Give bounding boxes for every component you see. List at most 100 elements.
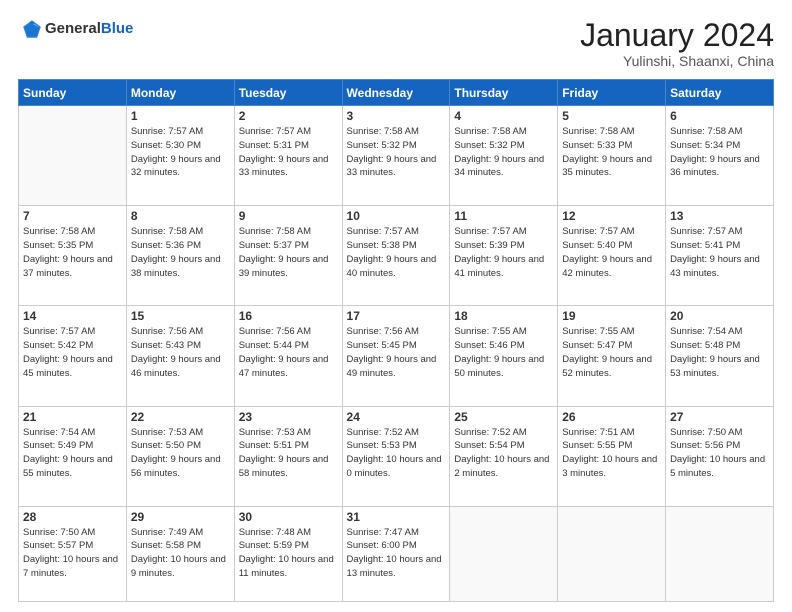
day-number: 9 (239, 209, 338, 223)
table-row: 22 Sunrise: 7:53 AM Sunset: 5:50 PM Dayli… (126, 406, 234, 506)
table-row: 23Sunrise: 7:53 AM Sunset: 5:51 PM Dayli… (234, 406, 342, 506)
day-number: 27 (670, 410, 769, 424)
page: GeneralBlue January 2024 Yulinshi, Shaan… (0, 0, 792, 612)
cell-info: Sunrise: 7:52 AM Sunset: 5:53 PM Dayligh… (347, 426, 446, 481)
header: GeneralBlue January 2024 Yulinshi, Shaan… (18, 18, 774, 69)
cell-info: Sunrise: 7:51 AM Sunset: 5:55 PM Dayligh… (562, 426, 661, 481)
table-row: 11 Sunrise: 7:57 AM Sunset: 5:39 PM Dayli… (450, 206, 558, 306)
day-number: 6 (670, 109, 769, 123)
cell-info: Sunrise: 7:56 AM Sunset: 5:43 PM Dayligh… (131, 325, 230, 380)
table-row: 2Sunrise: 7:57 AM Sunset: 5:31 PM Daylig… (234, 106, 342, 206)
table-row: 7 Sunrise: 7:58 AM Sunset: 5:35 PM Daylig… (19, 206, 127, 306)
table-row: 13 Sunrise: 7:57 AM Sunset: 5:41 PM Dayli… (666, 206, 774, 306)
col-tuesday: Tuesday (234, 80, 342, 106)
day-number: 13 (670, 209, 769, 223)
table-row: 26 Sunrise: 7:51 AM Sunset: 5:55 PM Dayli… (558, 406, 666, 506)
col-sunday: Sunday (19, 80, 127, 106)
cell-info: Sunrise: 7:57 AM Sunset: 5:30 PM Dayligh… (131, 125, 230, 180)
cell-info: Sunrise: 7:58 AM Sunset: 5:35 PM Dayligh… (23, 225, 122, 280)
table-row: 8 Sunrise: 7:58 AM Sunset: 5:36 PM Daylig… (126, 206, 234, 306)
cell-info: Sunrise: 7:53 AM Sunset: 5:50 PM Dayligh… (131, 426, 230, 481)
day-number: 12 (562, 209, 661, 223)
table-row: 10Sunrise: 7:57 AM Sunset: 5:38 PM Dayli… (342, 206, 450, 306)
cell-info: Sunrise: 7:48 AM Sunset: 5:59 PM Dayligh… (239, 526, 338, 581)
day-number: 1 (131, 109, 230, 123)
logo-blue: Blue (101, 20, 134, 37)
table-row: 20Sunrise: 7:54 AM Sunset: 5:48 PM Dayli… (666, 306, 774, 406)
day-number: 7 (23, 209, 122, 223)
col-wednesday: Wednesday (342, 80, 450, 106)
col-friday: Friday (558, 80, 666, 106)
cell-info: Sunrise: 7:55 AM Sunset: 5:46 PM Dayligh… (454, 325, 553, 380)
table-row: 24 Sunrise: 7:52 AM Sunset: 5:53 PM Dayli… (342, 406, 450, 506)
day-number: 23 (239, 410, 338, 424)
cell-info: Sunrise: 7:57 AM Sunset: 5:38 PM Dayligh… (347, 225, 446, 280)
table-row: 27 Sunrise: 7:50 AM Sunset: 5:56 PM Dayli… (666, 406, 774, 506)
day-number: 14 (23, 309, 122, 323)
table-row (558, 506, 666, 601)
table-row: 19 Sunrise: 7:55 AM Sunset: 5:47 PM Dayli… (558, 306, 666, 406)
table-row (19, 106, 127, 206)
calendar-table: Sunday Monday Tuesday Wednesday Thursday… (18, 79, 774, 602)
calendar-header-row: Sunday Monday Tuesday Wednesday Thursday… (19, 80, 774, 106)
table-row (666, 506, 774, 601)
day-number: 22 (131, 410, 230, 424)
table-row: 5Sunrise: 7:58 AM Sunset: 5:33 PM Daylig… (558, 106, 666, 206)
table-row: 1 Sunrise: 7:57 AM Sunset: 5:30 PM Daylig… (126, 106, 234, 206)
table-row: 29Sunrise: 7:49 AM Sunset: 5:58 PM Dayli… (126, 506, 234, 601)
cell-info: Sunrise: 7:58 AM Sunset: 5:34 PM Dayligh… (670, 125, 769, 180)
day-number: 26 (562, 410, 661, 424)
cell-info: Sunrise: 7:56 AM Sunset: 5:44 PM Dayligh… (239, 325, 338, 380)
day-number: 17 (347, 309, 446, 323)
day-number: 19 (562, 309, 661, 323)
table-row: 17 Sunrise: 7:56 AM Sunset: 5:45 PM Dayli… (342, 306, 450, 406)
cell-info: Sunrise: 7:50 AM Sunset: 5:56 PM Dayligh… (670, 426, 769, 481)
table-row: 31Sunrise: 7:47 AM Sunset: 6:00 PM Dayli… (342, 506, 450, 601)
day-number: 4 (454, 109, 553, 123)
day-number: 11 (454, 209, 553, 223)
table-row: 15 Sunrise: 7:56 AM Sunset: 5:43 PM Dayli… (126, 306, 234, 406)
cell-info: Sunrise: 7:55 AM Sunset: 5:47 PM Dayligh… (562, 325, 661, 380)
cell-info: Sunrise: 7:57 AM Sunset: 5:41 PM Dayligh… (670, 225, 769, 280)
cell-info: Sunrise: 7:54 AM Sunset: 5:49 PM Dayligh… (23, 426, 122, 481)
day-number: 3 (347, 109, 446, 123)
day-number: 18 (454, 309, 553, 323)
cell-info: Sunrise: 7:58 AM Sunset: 5:37 PM Dayligh… (239, 225, 338, 280)
table-row: 4Sunrise: 7:58 AM Sunset: 5:32 PM Daylig… (450, 106, 558, 206)
col-monday: Monday (126, 80, 234, 106)
day-number: 2 (239, 109, 338, 123)
logo: GeneralBlue (18, 18, 133, 40)
day-number: 24 (347, 410, 446, 424)
cell-info: Sunrise: 7:57 AM Sunset: 5:40 PM Dayligh… (562, 225, 661, 280)
cell-info: Sunrise: 7:57 AM Sunset: 5:39 PM Dayligh… (454, 225, 553, 280)
day-number: 31 (347, 510, 446, 524)
day-number: 5 (562, 109, 661, 123)
table-row: 12 Sunrise: 7:57 AM Sunset: 5:40 PM Dayli… (558, 206, 666, 306)
table-row: 16 Sunrise: 7:56 AM Sunset: 5:44 PM Dayli… (234, 306, 342, 406)
logo-icon (21, 18, 43, 40)
cell-info: Sunrise: 7:58 AM Sunset: 5:36 PM Dayligh… (131, 225, 230, 280)
table-row: 25 Sunrise: 7:52 AM Sunset: 5:54 PM Dayli… (450, 406, 558, 506)
col-thursday: Thursday (450, 80, 558, 106)
day-number: 20 (670, 309, 769, 323)
table-row: 9 Sunrise: 7:58 AM Sunset: 5:37 PM Daylig… (234, 206, 342, 306)
day-number: 30 (239, 510, 338, 524)
cell-info: Sunrise: 7:56 AM Sunset: 5:45 PM Dayligh… (347, 325, 446, 380)
month-title: January 2024 (580, 18, 774, 53)
logo-text: GeneralBlue (45, 20, 133, 38)
day-number: 25 (454, 410, 553, 424)
table-row: 14Sunrise: 7:57 AM Sunset: 5:42 PM Dayli… (19, 306, 127, 406)
title-area: January 2024 Yulinshi, Shaanxi, China (580, 18, 774, 69)
day-number: 8 (131, 209, 230, 223)
table-row: 18 Sunrise: 7:55 AM Sunset: 5:46 PM Dayli… (450, 306, 558, 406)
location: Yulinshi, Shaanxi, China (580, 53, 774, 69)
day-number: 15 (131, 309, 230, 323)
table-row: 30 Sunrise: 7:48 AM Sunset: 5:59 PM Dayli… (234, 506, 342, 601)
day-number: 16 (239, 309, 338, 323)
day-number: 21 (23, 410, 122, 424)
col-saturday: Saturday (666, 80, 774, 106)
cell-info: Sunrise: 7:52 AM Sunset: 5:54 PM Dayligh… (454, 426, 553, 481)
day-number: 29 (131, 510, 230, 524)
table-row: 21 Sunrise: 7:54 AM Sunset: 5:49 PM Dayli… (19, 406, 127, 506)
table-row: 28Sunrise: 7:50 AM Sunset: 5:57 PM Dayli… (19, 506, 127, 601)
